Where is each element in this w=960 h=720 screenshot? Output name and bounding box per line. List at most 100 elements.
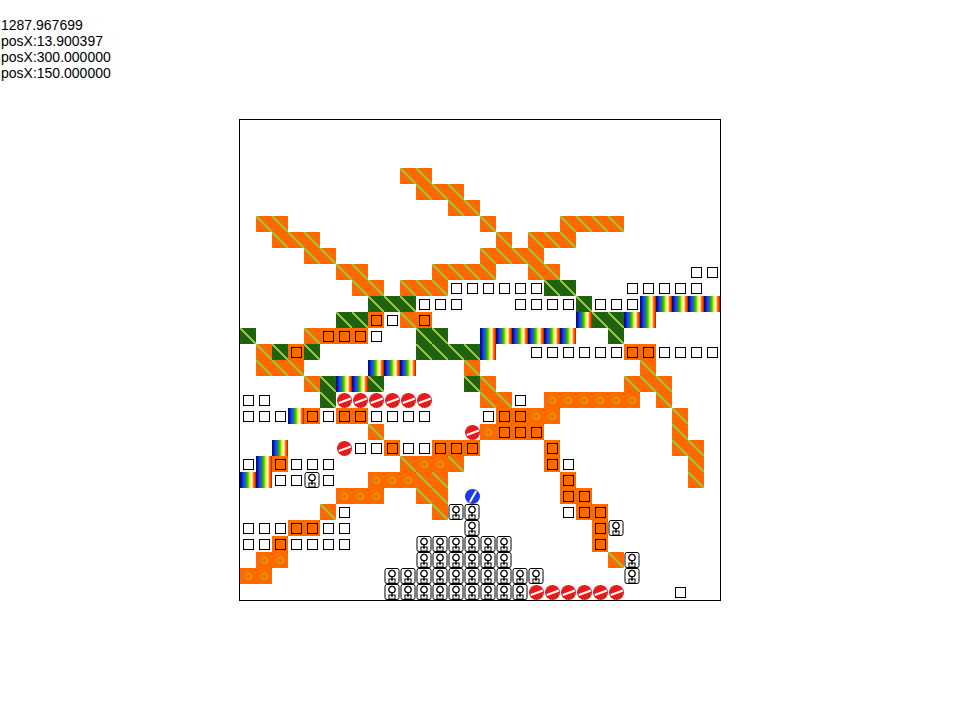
enemy-icon bbox=[337, 393, 352, 408]
brick-tile bbox=[256, 344, 272, 360]
box-icon bbox=[275, 475, 286, 486]
brick-tile bbox=[528, 248, 544, 264]
empty-tile bbox=[624, 520, 640, 536]
box-icon bbox=[515, 411, 526, 422]
empty-tile bbox=[352, 584, 368, 600]
empty-tile bbox=[656, 120, 672, 136]
empty-tile bbox=[400, 216, 416, 232]
box-icon bbox=[627, 283, 638, 294]
game-board[interactable] bbox=[239, 119, 721, 601]
brick-tile bbox=[272, 232, 288, 248]
box-icon bbox=[563, 347, 574, 358]
empty-tile bbox=[592, 552, 608, 568]
brick-tile bbox=[656, 376, 672, 392]
box-tile bbox=[560, 344, 576, 360]
empty-tile bbox=[336, 232, 352, 248]
empty-tile bbox=[352, 232, 368, 248]
box-tile bbox=[512, 392, 528, 408]
empty-tile bbox=[288, 568, 304, 584]
empty-tile bbox=[480, 120, 496, 136]
empty-tile bbox=[688, 552, 704, 568]
empty-tile bbox=[592, 232, 608, 248]
empty-tile bbox=[384, 232, 400, 248]
empty-tile bbox=[448, 248, 464, 264]
empty-tile bbox=[240, 312, 256, 328]
empty-tile bbox=[256, 376, 272, 392]
empty-tile bbox=[496, 376, 512, 392]
brick-tile bbox=[544, 264, 560, 280]
empty-tile bbox=[512, 232, 528, 248]
box-icon bbox=[515, 427, 526, 438]
empty-tile bbox=[544, 312, 560, 328]
empty-tile bbox=[512, 520, 528, 536]
box-tile bbox=[384, 408, 400, 424]
empty-tile bbox=[544, 136, 560, 152]
brick-box-tile bbox=[560, 488, 576, 504]
empty-tile bbox=[688, 584, 704, 600]
box-tile bbox=[240, 456, 256, 472]
empty-tile bbox=[352, 168, 368, 184]
empty-tile bbox=[368, 216, 384, 232]
empty-tile bbox=[368, 152, 384, 168]
empty-tile bbox=[496, 344, 512, 360]
empty-tile bbox=[624, 584, 640, 600]
empty-tile bbox=[608, 280, 624, 296]
enemy-icon bbox=[353, 393, 368, 408]
box-icon bbox=[323, 411, 334, 422]
debug-hud: 1287.967699posX:13.900397posX:300.000000… bbox=[0, 0, 960, 81]
empty-tile bbox=[512, 440, 528, 456]
box-tile bbox=[288, 536, 304, 552]
brick-box-tile bbox=[304, 520, 320, 536]
empty-tile bbox=[512, 136, 528, 152]
empty-tile bbox=[624, 264, 640, 280]
box-icon bbox=[579, 347, 590, 358]
lock-tile bbox=[432, 536, 448, 552]
empty-tile bbox=[704, 312, 720, 328]
box-tile bbox=[672, 584, 688, 600]
coin-tile bbox=[352, 488, 368, 504]
lock-icon bbox=[480, 584, 496, 600]
empty-tile bbox=[592, 568, 608, 584]
empty-tile bbox=[656, 584, 672, 600]
empty-tile bbox=[608, 152, 624, 168]
empty-tile bbox=[384, 264, 400, 280]
brick-tile bbox=[432, 264, 448, 280]
empty-tile bbox=[592, 376, 608, 392]
empty-tile bbox=[560, 168, 576, 184]
lock-icon bbox=[464, 536, 480, 552]
empty-tile bbox=[320, 312, 336, 328]
box-tile bbox=[528, 296, 544, 312]
empty-tile bbox=[688, 360, 704, 376]
coin-icon bbox=[261, 573, 268, 580]
empty-tile bbox=[448, 232, 464, 248]
empty-tile bbox=[544, 152, 560, 168]
empty-tile bbox=[656, 536, 672, 552]
empty-tile bbox=[496, 488, 512, 504]
rainbow-tile bbox=[384, 360, 400, 376]
empty-tile bbox=[576, 200, 592, 216]
empty-tile bbox=[416, 264, 432, 280]
box-tile bbox=[704, 264, 720, 280]
empty-tile bbox=[704, 520, 720, 536]
box-tile bbox=[672, 280, 688, 296]
box-tile bbox=[448, 280, 464, 296]
coin-icon bbox=[373, 477, 380, 484]
lock-tile bbox=[464, 504, 480, 520]
player[interactable] bbox=[464, 488, 480, 504]
brick-tile bbox=[608, 552, 624, 568]
coin-tile bbox=[544, 392, 560, 408]
empty-tile bbox=[608, 264, 624, 280]
box-icon bbox=[323, 331, 334, 342]
brick-tile bbox=[496, 248, 512, 264]
box-tile bbox=[464, 280, 480, 296]
empty-tile bbox=[528, 472, 544, 488]
empty-tile bbox=[480, 152, 496, 168]
lock-icon bbox=[512, 584, 528, 600]
empty-tile bbox=[336, 424, 352, 440]
box-tile bbox=[400, 440, 416, 456]
coin-icon bbox=[421, 461, 428, 468]
empty-tile bbox=[432, 232, 448, 248]
coin-tile bbox=[432, 456, 448, 472]
empty-tile bbox=[672, 248, 688, 264]
empty-tile bbox=[704, 568, 720, 584]
